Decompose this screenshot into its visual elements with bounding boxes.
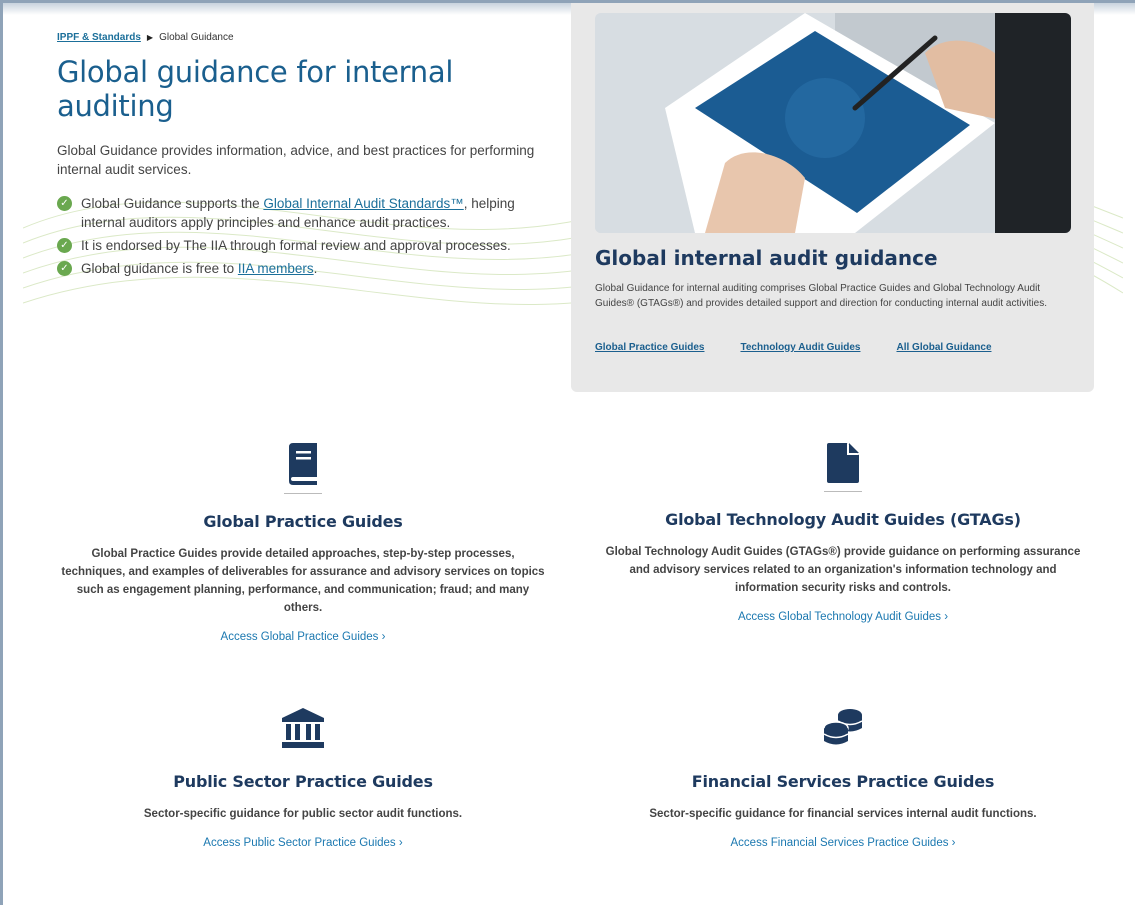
coins-icon [823, 709, 863, 745]
card-links: Global Practice Guides Technology Audit G… [595, 342, 1028, 353]
hero-intro: Global Guidance provides information, ad… [57, 143, 535, 177]
bullet-item: ✓ It is endorsed by The IIA through forma… [57, 236, 527, 255]
feature-title: Global Practice Guides [203, 512, 403, 531]
feature-description: Global Practice Guides provide detailed … [61, 548, 545, 614]
card-title: Global internal audit guidance [595, 246, 938, 270]
feature-gtags: Global Technology Audit Guides (GTAGs) G… [593, 443, 1093, 625]
access-gtags-link[interactable]: Access Global Technology Audit Guides › [738, 611, 948, 623]
hero-photo [595, 13, 1071, 233]
document-icon [827, 443, 859, 483]
iia-members-link[interactable]: IIA members [238, 261, 314, 276]
check-circle-icon: ✓ [57, 196, 72, 211]
feature-description: Sector-specific guidance for financial s… [649, 808, 1037, 820]
breadcrumb-current: Global Guidance [159, 32, 234, 43]
bullet-text: . [313, 261, 318, 276]
card-link-all-global-guidance[interactable]: All Global Guidance [896, 342, 991, 353]
feature-description: Sector-specific guidance for public sect… [143, 808, 463, 820]
breadcrumb-arrow-icon: ▶ [146, 33, 154, 42]
book-icon [289, 443, 317, 485]
feature-public-sector-guides: Public Sector Practice Guides Sector-spe… [53, 708, 553, 851]
photo-illustration [595, 13, 1071, 233]
feature-title: Financial Services Practice Guides [691, 772, 995, 791]
hero-bullet-list: ✓ Global Guidance supports the Global Int… [57, 194, 527, 282]
divider [824, 491, 862, 492]
access-financial-services-guides-link[interactable]: Access Financial Services Practice Guide… [731, 837, 956, 849]
guidance-card: Global internal audit guidance Global Gu… [571, 3, 1094, 392]
bullet-item: ✓ Global guidance is free to IIA members. [57, 259, 527, 278]
feature-financial-services-guides: Financial Services Practice Guides Secto… [593, 708, 1093, 851]
card-link-global-practice-guides[interactable]: Global Practice Guides [595, 342, 704, 353]
divider [284, 493, 322, 494]
feature-title: Global Technology Audit Guides (GTAGs) [665, 510, 1021, 529]
check-circle-icon: ✓ [57, 261, 72, 276]
feature-global-practice-guides: Global Practice Guides Global Practice G… [53, 443, 553, 645]
standards-link[interactable]: Global Internal Audit Standards™ [263, 196, 463, 211]
breadcrumb: IPPF & Standards ▶ Global Guidance [57, 32, 234, 43]
breadcrumb-link-ippf[interactable]: IPPF & Standards [57, 32, 141, 43]
access-global-practice-guides-link[interactable]: Access Global Practice Guides › [221, 631, 386, 643]
bullet-text: Global guidance is free to [81, 261, 238, 276]
bullet-item: ✓ Global Guidance supports the Global Int… [57, 194, 527, 232]
card-description: Global Guidance for internal auditing co… [595, 283, 1048, 309]
card-link-technology-audit-guides[interactable]: Technology Audit Guides [740, 342, 860, 353]
landmark-icon [282, 708, 324, 748]
check-circle-icon: ✓ [57, 238, 72, 253]
page-title: Global guidance for internal auditing [57, 55, 454, 123]
feature-description: Global Technology Audit Guides (GTAGs®) … [605, 546, 1081, 594]
bullet-text: Global Guidance supports the [81, 196, 264, 211]
access-public-sector-guides-link[interactable]: Access Public Sector Practice Guides › [203, 837, 402, 849]
page-frame: IPPF & Standards ▶ Global Guidance Global … [0, 0, 1135, 905]
feature-title: Public Sector Practice Guides [173, 772, 433, 791]
bullet-text: It is endorsed by The IIA through formal… [81, 238, 511, 253]
